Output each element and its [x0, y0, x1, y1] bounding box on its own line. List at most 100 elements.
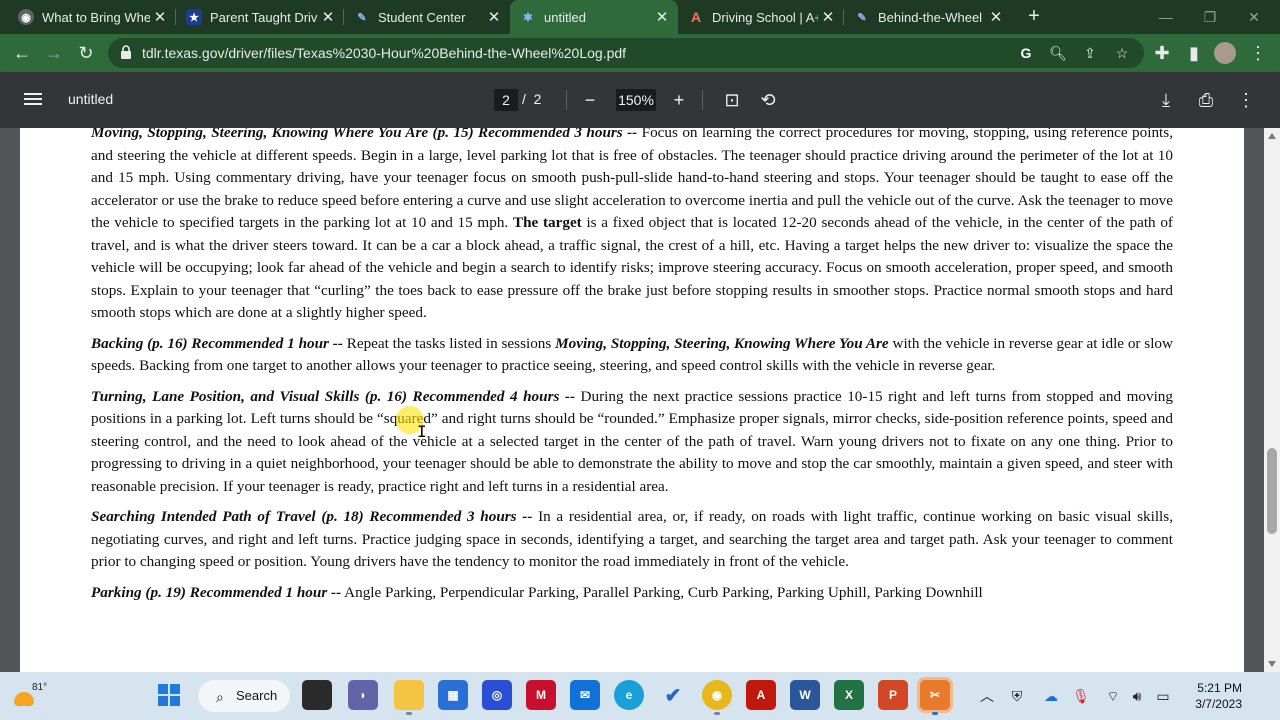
scroll-down-icon[interactable] — [1268, 661, 1276, 667]
print-icon[interactable]: ⎙ — [1194, 88, 1218, 112]
temperature: 81° — [32, 682, 48, 693]
close-window-icon[interactable]: ✕ — [1234, 0, 1274, 34]
bookmark-star-icon[interactable]: ☆ — [1112, 43, 1132, 63]
feather-icon: ✎ — [357, 11, 367, 24]
mcafee-icon[interactable]: M — [526, 680, 556, 710]
task-view-icon[interactable] — [302, 680, 332, 710]
tab-student-center[interactable]: ✎ Student Center ✕ — [344, 0, 510, 34]
tab-what-to-bring[interactable]: ◉ What to Bring Whe ✕ — [8, 0, 176, 34]
edge-icon[interactable]: e — [614, 680, 644, 710]
page-separator: / — [522, 91, 526, 107]
file-explorer-icon[interactable] — [394, 680, 424, 715]
zoom-out-icon[interactable]: − — [578, 88, 602, 112]
vertical-scrollbar[interactable] — [1264, 128, 1280, 672]
microphone-icon[interactable]: 🎙︎ — [1070, 686, 1092, 706]
address-bar[interactable]: tdlr.texas.gov/driver/files/Texas%2030-H… — [108, 38, 1144, 68]
close-tab-icon[interactable]: ✕ — [484, 8, 504, 26]
new-tab-button[interactable]: + — [1022, 5, 1046, 29]
texas-dps-icon: ★ — [186, 9, 202, 25]
tab-driving-school[interactable]: A Driving School | A+ ✕ — [678, 0, 844, 34]
feather-icon: ✎ — [857, 11, 867, 24]
clock-date: 3/7/2023 — [1195, 697, 1242, 711]
profile-avatar[interactable] — [1214, 42, 1236, 64]
download-icon[interactable]: ⤓ — [1154, 88, 1178, 112]
chevron-up-icon[interactable]: ︿ — [976, 686, 998, 706]
google-icon[interactable]: G — [1016, 43, 1036, 63]
paragraph-parking: Parking (p. 19) Recommended 1 hour -- An… — [91, 582, 1173, 605]
url-text: tdlr.texas.gov/driver/files/Texas%2030-H… — [142, 45, 627, 61]
wifi-icon[interactable]: ⌔ — [1102, 686, 1124, 706]
zoom-icon[interactable]: 🔍︎ — [1048, 43, 1068, 63]
page-number-input[interactable]: 2 — [494, 89, 518, 111]
tab-untitled[interactable]: ✱ untitled ✕ — [510, 0, 678, 34]
search-icon: ⌕ — [216, 689, 224, 705]
pdf-toolbar: untitled 2 / 2 − 150% + ⊡ ⟲ ⤓ ⎙ ⋮ — [0, 72, 1280, 128]
snipping-tool-icon[interactable]: ✂ — [920, 680, 950, 715]
close-tab-icon[interactable]: ✕ — [652, 8, 672, 26]
pdf-viewer[interactable]: Moving, Stopping, Steering, Knowing Wher… — [0, 128, 1264, 672]
section-heading: Backing (p. 16) Recommended 1 hour -- — [91, 334, 343, 352]
acrobat-icon[interactable]: A — [746, 680, 776, 710]
close-tab-icon[interactable]: ✕ — [318, 8, 338, 26]
tab-title: Student Center — [378, 9, 466, 25]
paragraph-moving-stopping: Moving, Stopping, Steering, Knowing Wher… — [91, 128, 1173, 325]
paragraph-turning: Turning, Lane Position, and Visual Skill… — [91, 386, 1173, 499]
clock-time: 5:21 PM — [1197, 681, 1242, 695]
pdf-page: Moving, Stopping, Steering, Knowing Wher… — [20, 128, 1244, 672]
minimize-icon[interactable]: — — [1146, 0, 1186, 34]
volume-icon[interactable]: 🔊︎ — [1126, 686, 1148, 706]
vpn-icon[interactable]: ⛨ — [1006, 686, 1028, 706]
reload-icon[interactable]: ↻ — [74, 41, 98, 65]
battery-icon[interactable]: ▭ — [1152, 686, 1174, 706]
rotate-icon[interactable]: ⟲ — [756, 88, 780, 112]
outlook-mail-icon[interactable]: ✉ — [570, 680, 600, 710]
extensions-icon[interactable]: ✚ — [1150, 41, 1174, 65]
onedrive-icon[interactable]: ☁ — [1040, 686, 1062, 706]
todo-icon[interactable]: ✔ — [658, 680, 688, 710]
fit-to-page-icon[interactable]: ⊡ — [720, 88, 744, 112]
word-icon[interactable]: W — [790, 680, 820, 710]
section-heading: Moving, Stopping, Steering, Knowing Wher… — [91, 128, 638, 141]
powerpoint-icon[interactable]: P — [878, 680, 908, 710]
pdf-title: untitled — [68, 91, 114, 107]
chrome-icon[interactable]: ◉ — [702, 680, 732, 715]
lock-icon — [121, 45, 131, 59]
page-text: Moving, Stopping, Steering, Knowing Wher… — [91, 128, 1173, 612]
tab-strip: ◉ What to Bring Whe ✕ ★ Parent Taught Dr… — [0, 0, 1280, 34]
pdf-menu-icon[interactable] — [24, 90, 42, 110]
zoom-input[interactable]: 150% — [616, 89, 656, 111]
tab-title: What to Bring Whe — [42, 9, 150, 25]
excel-icon[interactable]: X — [834, 680, 864, 710]
forward-icon[interactable]: → — [42, 41, 66, 65]
scroll-up-icon[interactable] — [1268, 133, 1276, 139]
tab-behind-the-wheel[interactable]: ✎ Behind-the-Wheel ✕ — [844, 0, 1012, 34]
browser-menu-icon[interactable]: ⋮ — [1246, 41, 1270, 65]
close-tab-icon[interactable]: ✕ — [986, 8, 1006, 26]
microsoft-store-icon[interactable]: ▦ — [438, 680, 468, 710]
paragraph-text: Angle Parking, Perpendicular Parking, Pa… — [341, 583, 983, 601]
paragraph-backing: Backing (p. 16) Recommended 1 hour -- Re… — [91, 333, 1173, 378]
close-tab-icon[interactable]: ✕ — [150, 8, 170, 26]
side-panel-icon[interactable]: ▮ — [1182, 41, 1206, 65]
share-icon[interactable]: ⇪ — [1080, 43, 1100, 63]
paragraph-searching: Searching Intended Path of Travel (p. 18… — [91, 506, 1173, 574]
windows-start-icon[interactable] — [154, 680, 184, 710]
teams-chat-icon[interactable]: ◗ — [348, 680, 378, 710]
tab-parent-taught[interactable]: ★ Parent Taught Drive ✕ — [176, 0, 344, 34]
section-reference: Moving, Stopping, Steering, Knowing Wher… — [555, 334, 889, 352]
system-clock[interactable]: 5:21 PM 3/7/2023 — [1184, 680, 1242, 712]
weather-widget[interactable]: 81° — [10, 680, 48, 712]
paragraph-text: Repeat the tasks listed in sessions — [342, 334, 556, 352]
restore-icon[interactable]: ❐ — [1190, 0, 1230, 34]
windows-taskbar: 81° ⌕ Search ◗ ▦ ◎ M ✉ e ✔ ◉ A W X P ✂ ︿… — [0, 672, 1280, 720]
chrome-icon: ◉ — [18, 9, 34, 25]
taskbar-search[interactable]: ⌕ Search — [198, 680, 290, 712]
close-tab-icon[interactable]: ✕ — [818, 8, 838, 26]
pdf-more-icon[interactable]: ⋮ — [1234, 88, 1258, 112]
zoom-in-icon[interactable]: + — [667, 88, 691, 112]
tab-title: untitled — [544, 9, 586, 25]
scroll-thumb[interactable] — [1267, 448, 1277, 534]
webex-icon[interactable]: ◎ — [482, 680, 512, 710]
back-icon[interactable]: ← — [10, 41, 34, 65]
section-heading: Searching Intended Path of Travel (p. 18… — [91, 508, 533, 525]
